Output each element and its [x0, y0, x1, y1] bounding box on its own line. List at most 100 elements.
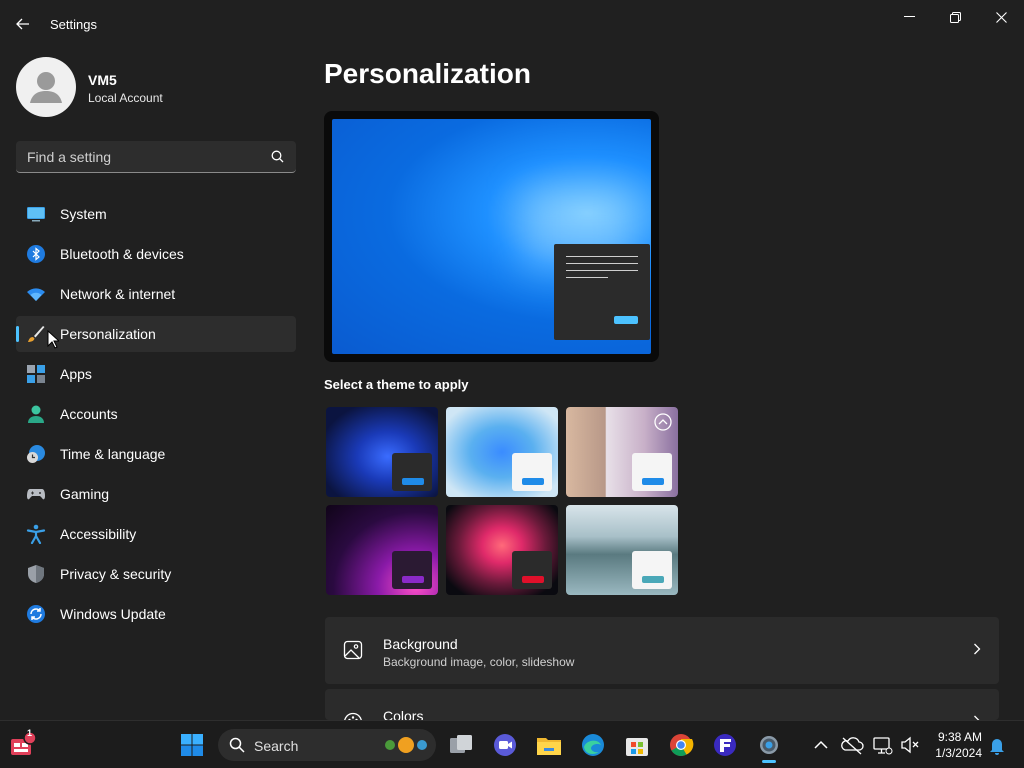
sidebar-item-label: Network & internet — [60, 286, 176, 302]
theme-preview — [324, 111, 659, 362]
search-highlight-icon — [385, 737, 427, 753]
account-type: Local Account — [88, 91, 163, 105]
sidebar-item-label: Personalization — [60, 326, 156, 342]
app-button-f[interactable] — [711, 731, 739, 759]
search-input[interactable] — [16, 141, 266, 172]
slideshow-icon — [654, 413, 672, 431]
onedrive-button[interactable] — [838, 731, 866, 759]
colors-card[interactable]: Colors — [325, 689, 999, 720]
gear-icon — [760, 736, 778, 754]
sidebar-item-label: Windows Update — [60, 606, 166, 622]
restore-button[interactable] — [933, 6, 977, 28]
update-icon — [27, 605, 45, 623]
sidebar-item-bluetooth[interactable]: Bluetooth & devices — [16, 236, 296, 272]
show-hidden-icons-button[interactable] — [807, 731, 835, 759]
back-arrow-icon — [16, 18, 29, 30]
sidebar-item-label: Accounts — [60, 406, 118, 422]
clock-globe-icon — [27, 445, 45, 463]
mouse-cursor-icon — [47, 330, 59, 349]
search-icon[interactable] — [271, 150, 284, 163]
sidebar-item-label: Accessibility — [60, 526, 137, 542]
user-name: VM5 — [88, 72, 117, 88]
sidebar-item-time-language[interactable]: Time & language — [16, 436, 296, 472]
file-explorer-button[interactable] — [535, 731, 563, 759]
start-button[interactable] — [178, 731, 206, 759]
theme-glow[interactable] — [566, 407, 678, 497]
settings-taskbar-button[interactable] — [755, 731, 783, 763]
page-title: Personalization — [324, 58, 531, 89]
image-icon — [343, 640, 363, 660]
themes-label: Select a theme to apply — [324, 377, 469, 392]
sidebar-item-gaming[interactable]: Gaming — [16, 476, 296, 512]
avatar[interactable] — [16, 57, 76, 117]
cloud-offline-icon — [841, 737, 864, 755]
background-card[interactable]: Background Background image, color, slid… — [325, 617, 999, 684]
system-clock[interactable]: 9:38 AM 1/3/2024 — [935, 729, 982, 761]
search-icon — [229, 737, 245, 753]
taskbar-search[interactable]: Search — [218, 729, 436, 761]
sidebar-item-label: Time & language — [60, 446, 166, 462]
close-icon — [995, 11, 1007, 23]
app-title: Settings — [50, 17, 97, 32]
sidebar-item-system[interactable]: System — [16, 196, 296, 232]
brush-icon — [28, 326, 45, 342]
notification-badge: 1 — [27, 728, 33, 738]
store-icon — [626, 738, 648, 756]
sidebar-item-accessibility[interactable]: Accessibility — [16, 516, 296, 552]
network-button[interactable] — [868, 731, 896, 759]
taskbar: 1 Search 9:38 AM 1/3/2024 — [0, 720, 1024, 768]
sidebar-item-label: Apps — [60, 366, 92, 382]
task-view-button[interactable] — [447, 731, 475, 759]
folder-icon — [537, 738, 561, 755]
volume-button[interactable] — [895, 731, 923, 759]
bell-icon — [990, 739, 1004, 755]
clock-time: 9:38 AM — [937, 730, 982, 744]
accessibility-icon — [26, 524, 46, 544]
minimize-icon — [903, 16, 915, 17]
sidebar-item-label: Bluetooth & devices — [60, 246, 184, 262]
wifi-icon — [27, 288, 45, 301]
theme-windows-dark[interactable] — [326, 407, 438, 497]
network-icon — [873, 737, 893, 755]
restore-icon — [949, 11, 961, 23]
chrome-button[interactable] — [667, 731, 695, 759]
monitor-icon — [27, 207, 45, 222]
preview-window — [554, 244, 650, 340]
sidebar-item-accounts[interactable]: Accounts — [16, 396, 296, 432]
taskbar-search-label: Search — [254, 738, 299, 754]
widgets-button[interactable]: 1 — [8, 728, 37, 759]
edge-browser-icon — [582, 734, 604, 756]
close-button[interactable] — [979, 6, 1023, 28]
user-avatar-icon — [30, 72, 62, 103]
card-title: Colors — [383, 708, 424, 720]
shield-icon — [28, 565, 44, 583]
card-title: Background — [383, 636, 458, 652]
sidebar-item-windows-update[interactable]: Windows Update — [16, 596, 296, 632]
edge-button[interactable] — [579, 731, 607, 759]
theme-flow[interactable] — [446, 505, 558, 595]
teams-button[interactable] — [491, 731, 519, 759]
theme-sunrise[interactable] — [566, 505, 678, 595]
notifications-button[interactable] — [983, 731, 1011, 759]
sidebar-item-label: System — [60, 206, 107, 222]
sidebar-item-network[interactable]: Network & internet — [16, 276, 296, 312]
store-button[interactable] — [623, 731, 651, 759]
settings-search — [16, 141, 296, 173]
task-view-icon — [450, 735, 472, 753]
theme-windows-light[interactable] — [446, 407, 558, 497]
gamepad-icon — [27, 489, 45, 500]
app-f-icon — [714, 734, 736, 756]
theme-captured-motion[interactable] — [326, 505, 438, 595]
back-button[interactable] — [10, 12, 36, 36]
clock-date: 1/3/2024 — [935, 746, 982, 760]
minimize-button[interactable] — [887, 6, 931, 28]
sidebar-item-privacy[interactable]: Privacy & security — [16, 556, 296, 592]
sidebar-item-label: Privacy & security — [60, 566, 172, 582]
card-subtitle: Background image, color, slideshow — [383, 655, 575, 669]
sidebar-item-apps[interactable]: Apps — [16, 356, 296, 392]
desktop-preview — [332, 119, 651, 354]
palette-icon — [344, 712, 362, 720]
volume-muted-icon — [901, 736, 919, 754]
chevron-up-icon — [814, 740, 828, 749]
bluetooth-icon — [27, 245, 45, 263]
